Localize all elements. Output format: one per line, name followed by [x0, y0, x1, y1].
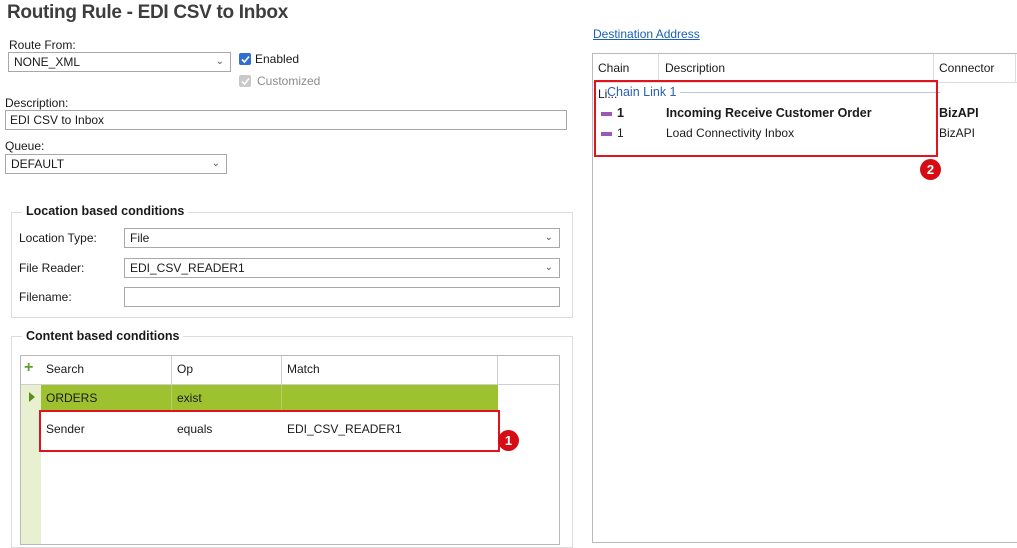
chevron-down-icon: ⌄: [544, 232, 553, 243]
route-from-select[interactable]: NONE_XML ⌄: [8, 52, 231, 72]
annotation-badge-2: 2: [920, 159, 941, 180]
route-from-value: NONE_XML: [14, 55, 81, 69]
chevron-down-icon: ⌄: [544, 262, 553, 273]
column-header-op[interactable]: Op: [172, 356, 280, 382]
add-row-icon[interactable]: +: [24, 359, 33, 377]
check-icon: [241, 77, 250, 86]
queue-select[interactable]: DEFAULT ⌄: [5, 154, 227, 174]
annotation-badge-1: 1: [498, 430, 519, 451]
content-conditions-title: Content based conditions: [22, 329, 184, 343]
queue-value: DEFAULT: [11, 157, 65, 171]
filename-label: Filename:: [19, 290, 72, 304]
file-reader-select[interactable]: EDI_CSV_READER1 ⌄: [124, 258, 560, 278]
description-field[interactable]: EDI CSV to Inbox: [5, 110, 567, 130]
location-type-select[interactable]: File ⌄: [124, 228, 560, 248]
annotation-box-1: [39, 410, 500, 452]
current-row-indicator-icon: [29, 392, 35, 402]
row-op-cell[interactable]: exist: [172, 385, 280, 411]
description-label: Description:: [5, 96, 69, 110]
column-header-search[interactable]: Search: [41, 356, 171, 382]
customized-label: Customized: [257, 74, 321, 88]
customized-checkbox: [239, 75, 251, 87]
column-header-description[interactable]: Description: [660, 55, 930, 81]
row-connector[interactable]: BizAPI: [939, 106, 979, 120]
chevron-down-icon: ⌄: [211, 158, 220, 169]
location-type-value: File: [130, 231, 150, 245]
annotation-box-2: [594, 80, 938, 157]
enabled-checkbox[interactable]: [239, 53, 251, 65]
row-selector-column: [21, 384, 41, 544]
destination-address-link[interactable]: Destination Address: [593, 27, 700, 41]
file-reader-label: File Reader:: [19, 261, 85, 275]
check-icon: [241, 55, 250, 64]
column-header-connector[interactable]: Connector: [934, 55, 1014, 81]
page-title: Routing Rule - EDI CSV to Inbox: [7, 2, 288, 23]
chevron-down-icon: ⌄: [215, 56, 224, 67]
location-conditions-title: Location based conditions: [22, 204, 189, 218]
enabled-label: Enabled: [255, 52, 300, 66]
location-type-label: Location Type:: [19, 231, 97, 245]
queue-label: Queue:: [5, 139, 45, 153]
file-reader-value: EDI_CSV_READER1: [130, 261, 245, 275]
row-connector[interactable]: BizAPI: [939, 126, 975, 140]
filename-field[interactable]: [124, 287, 560, 307]
column-header-match[interactable]: Match: [282, 356, 497, 382]
row-search-cell[interactable]: ORDERS: [41, 385, 171, 411]
route-from-label: Route From:: [9, 38, 76, 52]
